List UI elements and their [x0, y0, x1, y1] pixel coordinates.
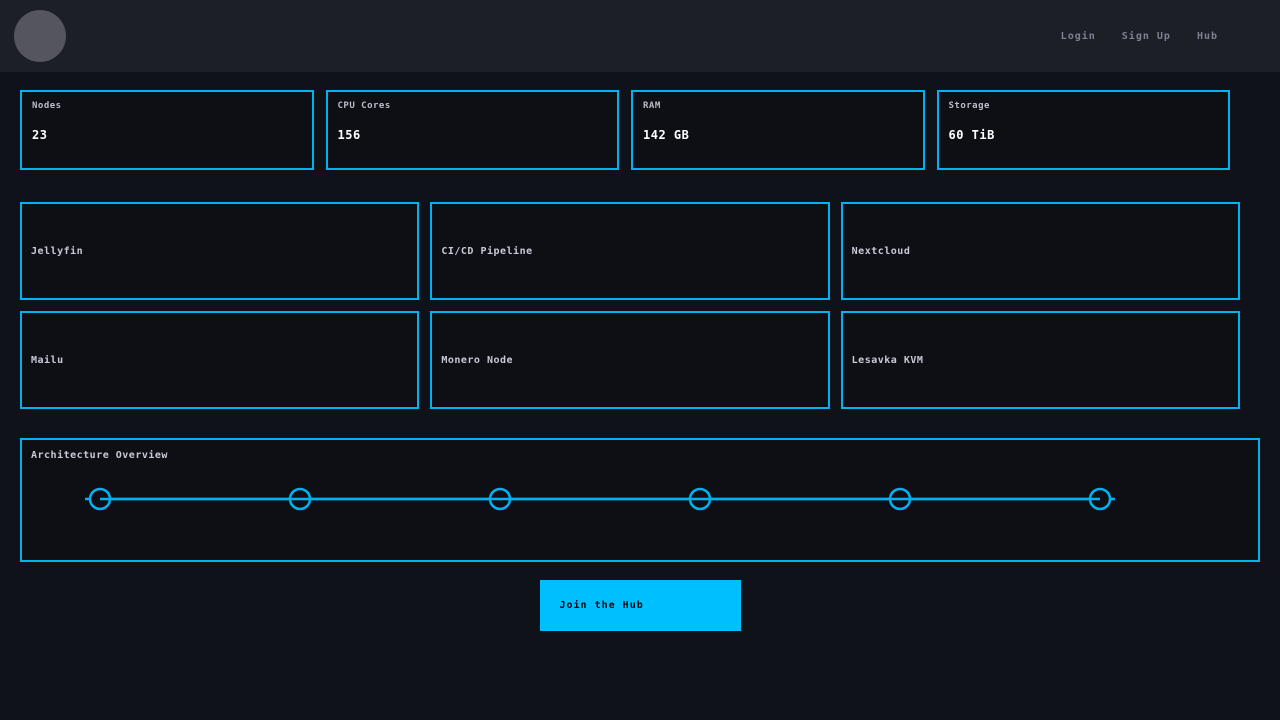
nav-link-hub[interactable]: Hub	[1197, 31, 1218, 42]
stat-label: CPU Cores	[338, 101, 608, 111]
nav-link-signup[interactable]: Sign Up	[1122, 31, 1171, 42]
architecture-overview: Architecture Overview	[20, 438, 1260, 562]
service-card-monero[interactable]: Monero Node	[430, 311, 829, 409]
stat-card-cpu-cores: CPU Cores 156	[326, 90, 620, 170]
avatar[interactable]	[14, 10, 66, 62]
stat-card-ram: RAM 142 GB	[631, 90, 925, 170]
stat-label: RAM	[643, 101, 913, 111]
nav-link-login[interactable]: Login	[1061, 31, 1096, 42]
stat-value: 60 TiB	[949, 128, 1219, 142]
architecture-title: Architecture Overview	[31, 450, 1258, 461]
stat-value: 23	[32, 128, 302, 142]
stat-value: 142 GB	[643, 128, 913, 142]
service-card-jellyfin[interactable]: Jellyfin	[20, 202, 419, 300]
nav-links: Login Sign Up Hub	[1061, 31, 1280, 42]
stat-card-storage: Storage 60 TiB	[937, 90, 1231, 170]
stat-value: 156	[338, 128, 608, 142]
join-hub-button[interactable]: Join the Hub	[540, 580, 741, 631]
service-card-nextcloud[interactable]: Nextcloud	[841, 202, 1240, 300]
stat-card-nodes: Nodes 23	[20, 90, 314, 170]
top-navbar: Login Sign Up Hub	[0, 0, 1280, 72]
services-grid: Jellyfin CI/CD Pipeline Nextcloud Mailu …	[20, 202, 1240, 409]
stat-label: Storage	[949, 101, 1219, 111]
stat-label: Nodes	[32, 101, 302, 111]
architecture-diagram	[31, 467, 1258, 537]
stats-row: Nodes 23 CPU Cores 156 RAM 142 GB Storag…	[20, 90, 1230, 170]
service-card-lesavka[interactable]: Lesavka KVM	[841, 311, 1240, 409]
service-card-cicd[interactable]: CI/CD Pipeline	[430, 202, 829, 300]
service-card-mailu[interactable]: Mailu	[20, 311, 419, 409]
